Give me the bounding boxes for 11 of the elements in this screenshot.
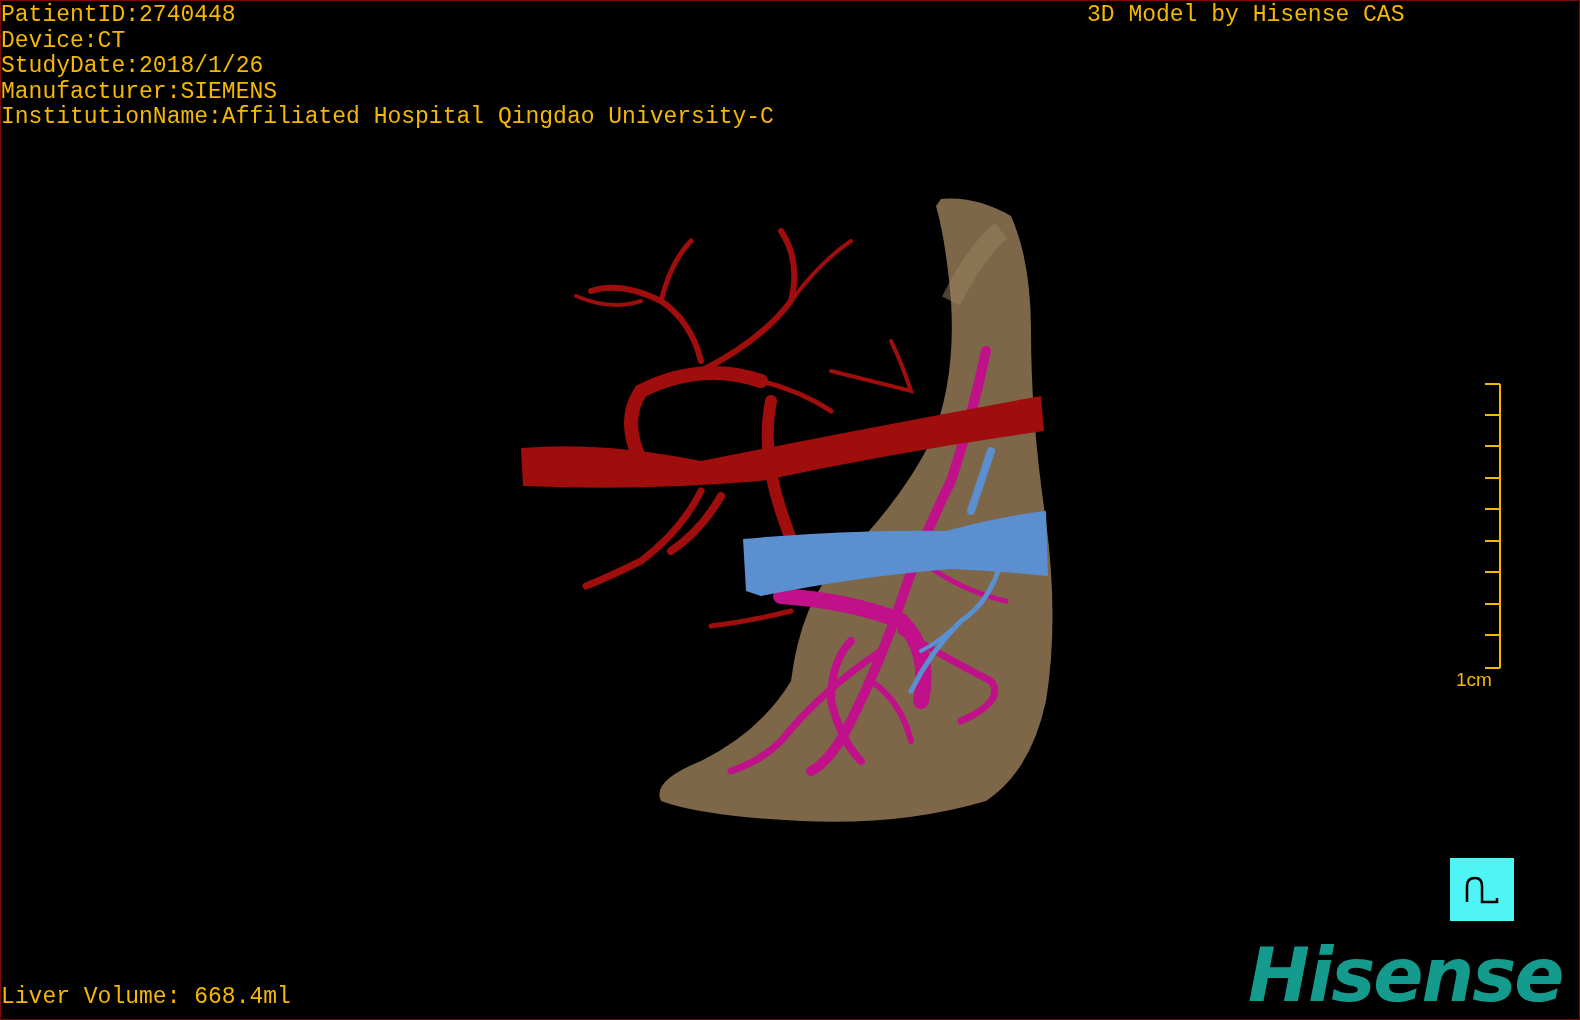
study-info-line: InstitutionName:Affiliated Hospital Qingdao University-C [1, 105, 774, 131]
3d-viewport[interactable]: PatientID:2740448 Device:CT StudyDate:2018/1/26 Manufacturer:SIEMENS InstitutionName:Affiliated Hospital Qingdao University-C 3D Model by Hisense CAS 1cm Liver Volume: 668.4ml Hisense [0, 0, 1580, 1020]
study-info-line: Device:CT [1, 28, 127, 54]
study-info-line: PatientID:2740448 [1, 3, 237, 29]
brand-logo: Hisense [1248, 938, 1563, 1012]
study-info-line: StudyDate:2018/1/26 [1, 54, 265, 80]
scale-label: 1cm [1456, 669, 1492, 691]
study-info-line: Manufacturer:SIEMENS [1, 79, 279, 105]
orientation-button[interactable] [1450, 858, 1514, 921]
liver-volume-readout: Liver Volume: 668.4ml [1, 984, 291, 1010]
model-caption: 3D Model by Hisense CAS [1087, 3, 1405, 29]
